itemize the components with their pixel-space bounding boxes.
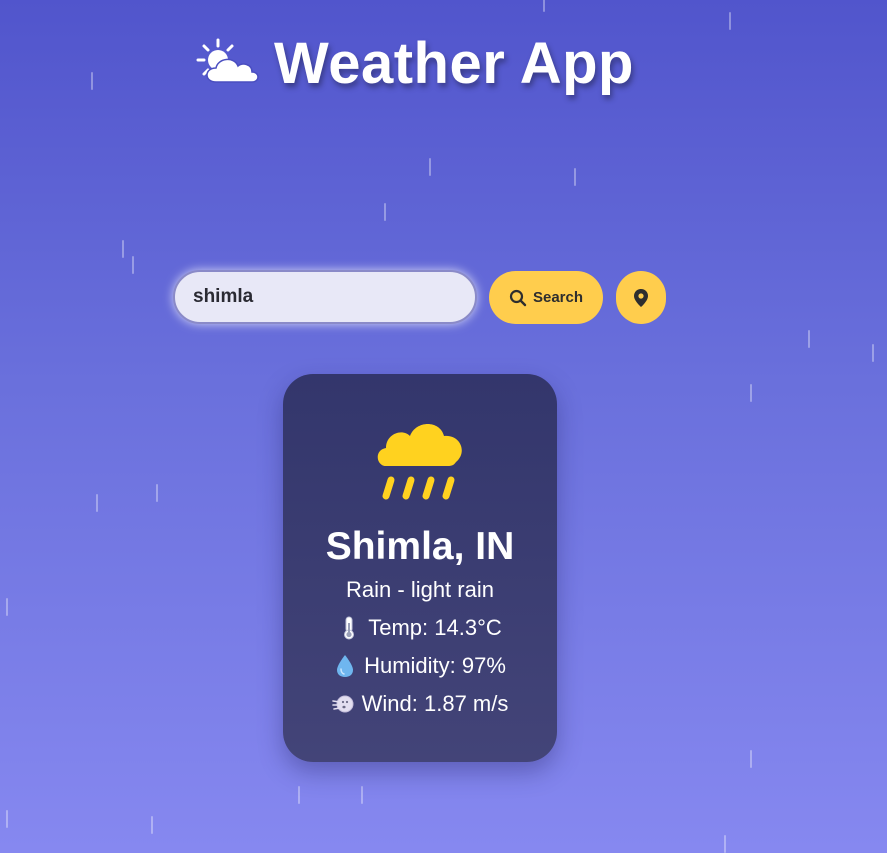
raindrop	[156, 484, 158, 502]
search-button[interactable]: Search	[489, 271, 603, 324]
city-search-input[interactable]	[173, 270, 477, 324]
raindrop	[298, 786, 300, 804]
temperature-value: Temp: 14.3°C	[368, 615, 502, 640]
search-button-label: Search	[532, 289, 584, 306]
raindrop	[729, 12, 731, 30]
city-name: Shimla, IN	[325, 525, 515, 568]
raindrop	[543, 0, 545, 12]
raindrop	[122, 240, 124, 258]
weather-card: Shimla, IN Rain - light rain Temp: 14.3°…	[283, 374, 557, 762]
sun-behind-cloud-icon	[196, 38, 259, 83]
app-title: Weather App	[196, 28, 634, 98]
location-pin-icon	[634, 288, 648, 307]
weather-condition: Rain - light rain	[346, 577, 494, 602]
raindrop	[429, 158, 431, 176]
raindrop	[750, 750, 752, 768]
raindrop	[750, 384, 752, 402]
raindrop	[6, 598, 8, 616]
wind-value: Wind: 1.87 m/s	[361, 691, 509, 716]
app-title-text: Weather App	[274, 30, 634, 96]
wind-row: Wind: 1.87 m/s	[283, 690, 557, 718]
wind-face-icon	[331, 695, 354, 713]
rain-cloud-icon	[377, 424, 462, 500]
raindrop	[132, 256, 134, 274]
raindrop	[91, 72, 93, 90]
droplet-icon	[337, 655, 354, 677]
raindrop	[724, 835, 726, 853]
search-icon	[509, 289, 527, 306]
raindrop	[574, 168, 576, 186]
humidity-value: Humidity: 97%	[364, 653, 506, 678]
humidity-row: Humidity: 97%	[283, 652, 557, 680]
raindrop	[151, 816, 153, 834]
raindrop	[96, 494, 98, 512]
current-location-button[interactable]	[616, 271, 666, 324]
temperature-row: Temp: 14.3°C	[283, 614, 557, 642]
raindrop	[384, 203, 386, 221]
thermometer-icon	[344, 616, 355, 640]
raindrop	[361, 786, 363, 804]
raindrop	[808, 330, 810, 348]
raindrop	[872, 344, 874, 362]
raindrop	[6, 810, 8, 828]
